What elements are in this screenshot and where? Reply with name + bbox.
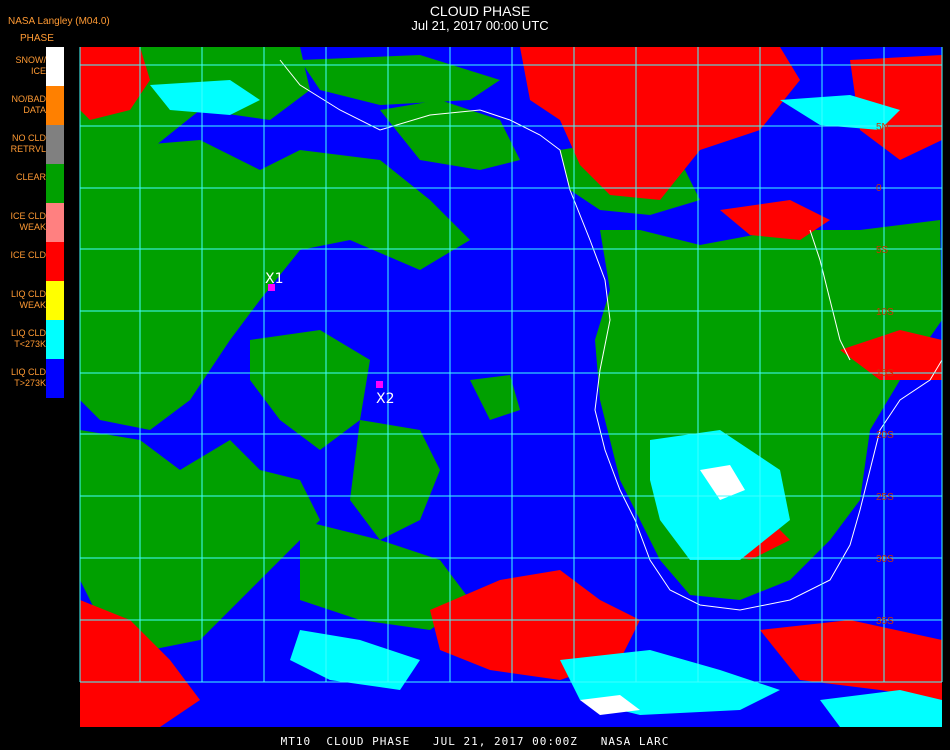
lat-label: 30S — [876, 554, 894, 565]
lat-label: 20S — [876, 430, 894, 441]
lat-label: 5N — [876, 122, 889, 133]
lat-label: 0 — [876, 183, 882, 194]
lat-label: 35S — [876, 616, 894, 627]
footer-caption: MT10 CLOUD PHASE JUL 21, 2017 00:00Z NAS… — [280, 735, 670, 748]
marker-x2-point — [376, 381, 383, 388]
cloud-phase-map: 5N 0 5S 10S 15S 20S 25S 30S 35S X1 X2 — [79, 47, 943, 727]
marker-x1-label: X1 — [265, 271, 284, 287]
lat-label: 5S — [876, 245, 889, 256]
lat-label: 10S — [876, 307, 894, 318]
lat-label: 25S — [876, 492, 894, 503]
lat-label: 15S — [876, 368, 894, 379]
marker-x2-label: X2 — [376, 391, 395, 407]
